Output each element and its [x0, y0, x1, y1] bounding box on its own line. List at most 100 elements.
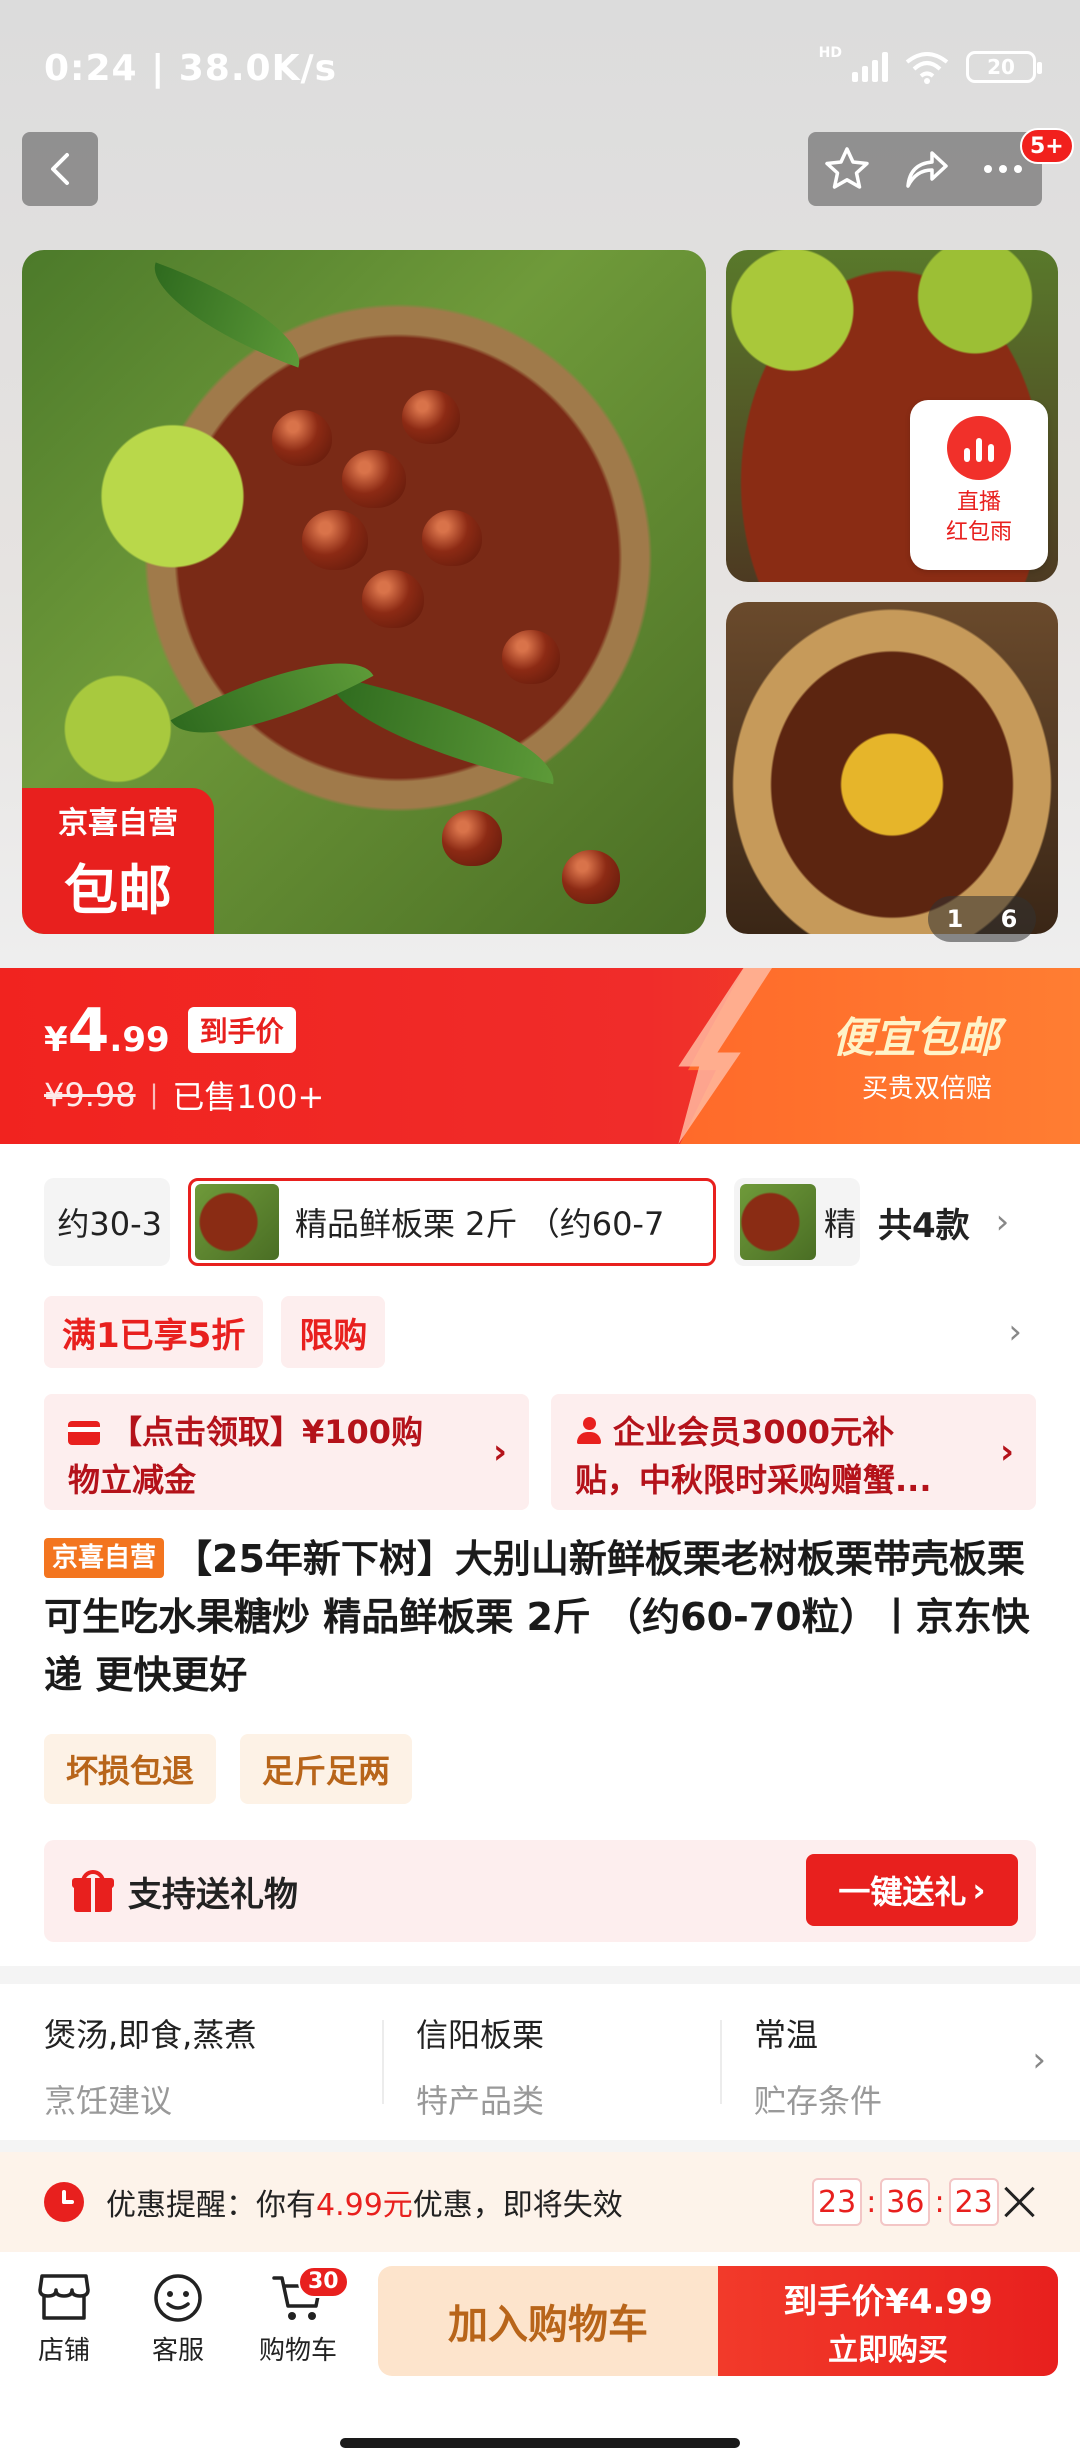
coupon-card-claim[interactable]: 【点击领取】¥100购 物立减金 ›: [44, 1394, 529, 1510]
self-operated-free-shipping-tag: 京喜自营 包邮: [22, 788, 214, 934]
timer-minutes: 36: [880, 2178, 931, 2226]
limit-purchase-tag: 限购: [281, 1296, 386, 1368]
cart-count-badge: 30: [298, 2266, 349, 2298]
current-price: ¥ 4 .99 到手价: [44, 996, 296, 1066]
original-price: ¥9.98: [44, 1076, 136, 1114]
customer-service-icon: [154, 2274, 202, 2322]
price-decimal: .99: [109, 1020, 170, 1060]
self-operated-tag: 京喜自营: [44, 1538, 165, 1578]
chevron-right-icon: ›: [492, 1432, 507, 1472]
attribute-value: 信阳板栗: [416, 2016, 545, 2054]
timer-seconds: 23: [948, 2178, 999, 2226]
variant-label: 精: [824, 1205, 857, 1243]
hand-price-label: 到手价: [187, 1007, 296, 1053]
card-icon: [68, 1421, 100, 1445]
coupon-line2: 贴，中秋限时采购赠蟹...: [575, 1461, 932, 1499]
hd-indicator: HD: [818, 45, 842, 61]
wifi-icon: [905, 52, 949, 84]
buy-price-label: 到手价¥4.99: [783, 2281, 993, 2322]
countdown-timer: 23: 36: 23: [812, 2178, 999, 2226]
tab-customer-service[interactable]: 客服: [128, 2272, 228, 2367]
attribute-key: 贮存条件: [754, 2082, 883, 2120]
variant-thumbnail: [195, 1184, 279, 1260]
original-price-row: ¥9.98 | 已售100+: [44, 1072, 324, 1118]
variant-thumbnail: [740, 1184, 816, 1260]
main-product-image[interactable]: 京喜自营 包邮: [22, 250, 706, 934]
chevron-right-icon: ›: [995, 1202, 1010, 1242]
product-title: 京喜自营 【25年新下树】大别山新鲜板栗老树板栗带壳板栗可生吃水果糖炒 精品鲜板栗…: [44, 1530, 1036, 1704]
reminder-amount: 4.99元: [316, 2188, 413, 2223]
product-title-text: 【25年新下树】大别山新鲜板栗老树板栗带壳板栗可生吃水果糖炒 精品鲜板栗 2斤 …: [44, 1537, 1030, 1697]
send-gift-button[interactable]: 一键送礼 ›: [806, 1854, 1018, 1926]
variant-option[interactable]: 约30-3: [44, 1178, 170, 1266]
product-attributes[interactable]: 煲汤,即食,蒸煮 烹饪建议 信阳板栗 特产品类 常温 贮存条件 ›: [0, 1984, 1080, 2140]
service-tags: 坏损包退 足斤足两: [44, 1734, 413, 1804]
reminder-text: 优惠提醒：你有4.99元优惠，即将失效: [106, 2180, 623, 2224]
variant-label: 精品鲜板栗 2斤 （约60-7: [295, 1205, 665, 1243]
chestnut-image: [302, 510, 368, 570]
back-button[interactable]: [22, 132, 98, 206]
promotion-row[interactable]: 满1已享5折 限购 ›: [44, 1296, 1036, 1368]
header-actions: [808, 132, 1042, 206]
product-info: 约30-3 精品鲜板栗 2斤 （约60-7 精 共4款 › 满1已享5折 限购 …: [0, 1144, 1080, 1966]
chestnut-image: [502, 630, 560, 684]
pager-current: 1: [946, 905, 964, 933]
chestnut-image: [422, 510, 482, 566]
separator: |: [149, 1080, 159, 1110]
attribute-value: 煲汤,即食,蒸煮: [44, 2016, 257, 2054]
tab-cart[interactable]: 30 购物车: [248, 2266, 349, 2367]
side-product-image-2[interactable]: [726, 602, 1058, 934]
close-icon[interactable]: [994, 2176, 1046, 2228]
buy-now-label: 立即购买: [828, 2332, 948, 2368]
star-icon[interactable]: [822, 144, 872, 194]
buy-now-button[interactable]: 到手价¥4.99 立即购买: [718, 2266, 1058, 2376]
coupon-text: 【点击领取】¥100购: [110, 1413, 424, 1451]
coupon-line1: 【点击领取】¥100购: [68, 1408, 469, 1456]
variant-selector: 约30-3 精品鲜板栗 2斤 （约60-7 精 共4款 ›: [0, 1178, 1080, 1268]
pager-total: 6: [1000, 905, 1018, 933]
attribute-key: 特产品类: [416, 2082, 545, 2120]
share-icon[interactable]: [900, 144, 950, 194]
tag-line2: 包邮: [64, 858, 172, 922]
reminder-prefix: 优惠提醒：你有: [106, 2188, 316, 2223]
live-red-packet-button[interactable]: 直播 红包雨: [910, 400, 1048, 570]
leaf-decoration: [138, 262, 316, 368]
tab-label: 店铺: [37, 2336, 90, 2366]
full-weight-tag[interactable]: 足斤足两: [240, 1734, 413, 1804]
chestnut-image: [272, 410, 332, 466]
status-bar: 0:24 | 38.0K/s HD 20: [0, 0, 1080, 130]
coupon-card-enterprise[interactable]: 企业会员3000元补 贴，中秋限时采购赠蟹... ›: [551, 1394, 1036, 1510]
attribute-value: 常温: [754, 2016, 819, 2054]
chevron-right-icon: ›: [972, 1871, 986, 1909]
tab-shop[interactable]: 店铺: [14, 2272, 114, 2367]
live-label-line1: 直播: [956, 490, 1001, 515]
chevron-right-icon: ›: [999, 1432, 1014, 1472]
chestnut-image: [362, 570, 424, 628]
battery-icon: 20: [966, 51, 1042, 83]
variant-option[interactable]: 精: [734, 1178, 860, 1266]
home-indicator[interactable]: [340, 2438, 740, 2448]
send-gift-label: 一键送礼: [838, 1873, 967, 1911]
cheap-free-shipping-title: 便宜包邮: [832, 1013, 1001, 1062]
leaf-decoration: [318, 675, 566, 785]
damage-return-tag[interactable]: 坏损包退: [44, 1734, 217, 1804]
chestnut-image: [562, 850, 620, 904]
coupon-line1: 企业会员3000元补: [575, 1408, 976, 1456]
attribute-cooking: 煲汤,即食,蒸煮 烹饪建议: [44, 1984, 382, 2140]
tab-label: 客服: [151, 2336, 204, 2366]
attribute-category: 信阳板栗 特产品类: [382, 1984, 720, 2140]
message-badge: 5+: [1020, 128, 1074, 164]
signal-icon: [852, 52, 888, 82]
discount-reminder: 优惠提醒：你有4.99元优惠，即将失效 23: 36: 23: [0, 2152, 1080, 2252]
variant-option-selected[interactable]: 精品鲜板栗 2斤 （约60-7: [188, 1178, 716, 1266]
all-variants-button[interactable]: 共4款 ›: [878, 1178, 1009, 1266]
discount-tag: 满1已享5折: [44, 1296, 264, 1368]
live-icon: [947, 416, 1011, 480]
user-icon: [575, 1417, 603, 1445]
add-to-cart-button[interactable]: 加入购物车: [378, 2266, 718, 2376]
attribute-storage: 常温 贮存条件: [720, 1984, 1058, 2140]
chevron-left-icon: [51, 153, 69, 185]
reminder-suffix: 优惠，即将失效: [412, 2188, 623, 2223]
clock-icon: [44, 2182, 84, 2222]
price-banner: ¥ 4 .99 到手价 ¥9.98 | 已售100+ 便宜包邮 买贵双倍赔: [0, 968, 1080, 1144]
